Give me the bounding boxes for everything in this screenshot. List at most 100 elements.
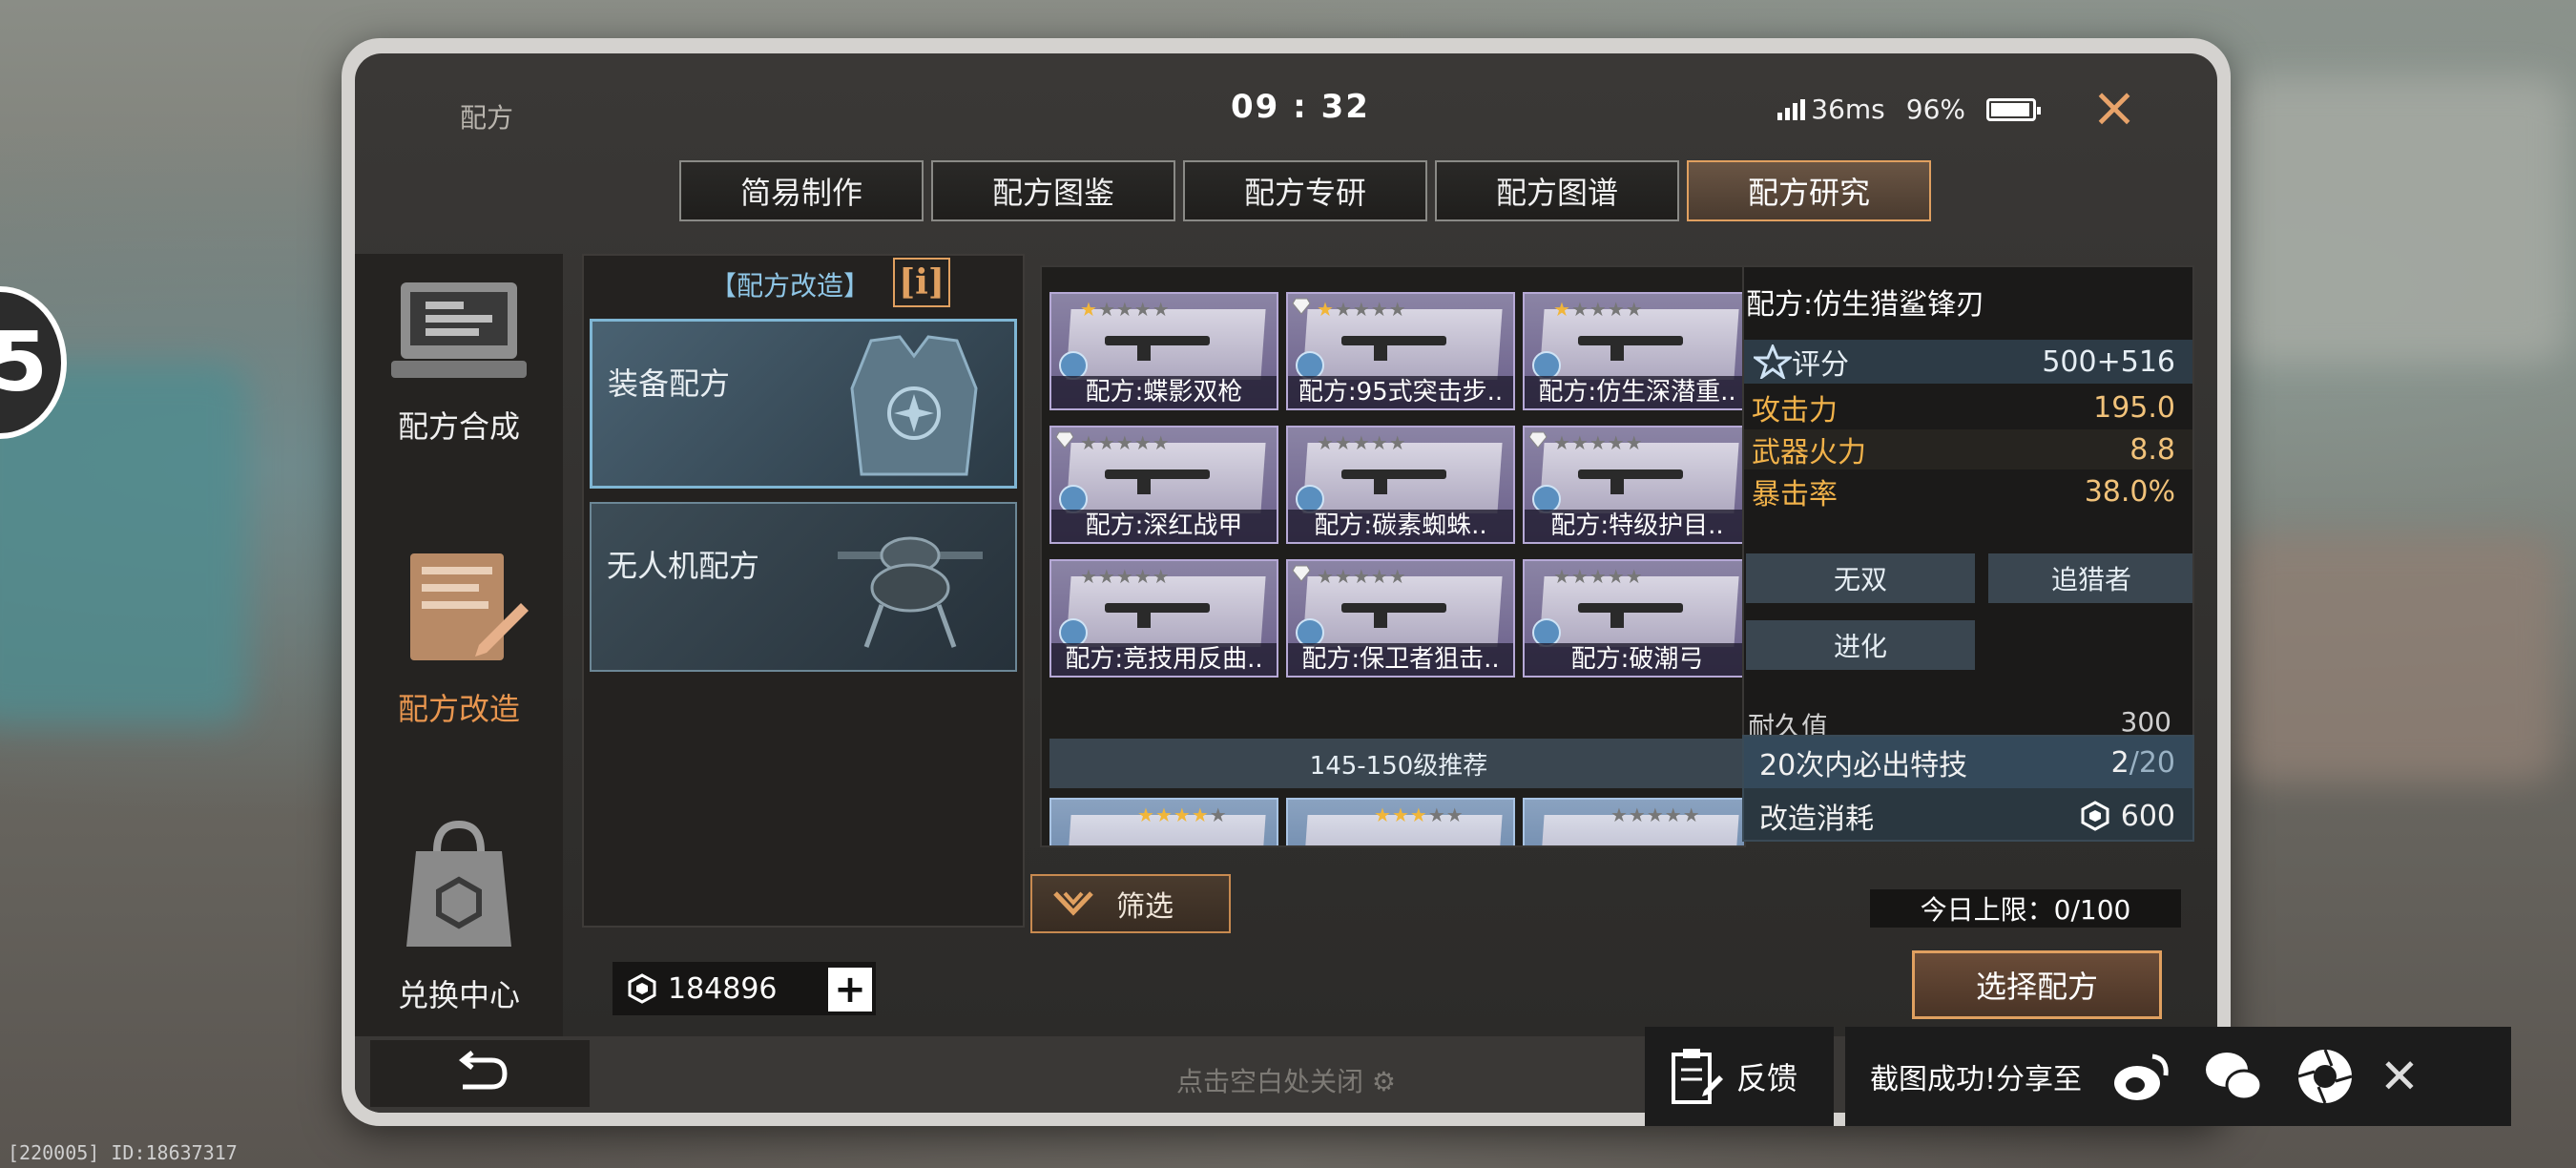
tab-recipe-codex[interactable]: 配方图鉴 xyxy=(931,160,1175,221)
filter-button[interactable]: 筛选 xyxy=(1030,874,1231,933)
guarantee-label: 20次内必出特技 xyxy=(1759,749,1968,782)
category-panel: 【配方改造】 [i] 装备配方 无人机配方 xyxy=(582,254,1025,928)
tab-recipe-research[interactable]: 配方研究 xyxy=(1687,160,1931,221)
recipe-card[interactable]: ★★★★★ xyxy=(1286,798,1515,845)
tab-recipe-atlas[interactable]: 配方图谱 xyxy=(1435,160,1679,221)
wechat-icon[interactable] xyxy=(2202,1045,2265,1108)
stat-label: 武器火力 xyxy=(1752,436,1866,469)
sidebar-item-exchange[interactable]: 兑换中心 xyxy=(355,817,563,1015)
recipe-grid: ★★★★★ 配方:蝶影双枪 ★★★★★ 配方:95式突击步.. ★★★★★ 配方:仿生深潜… xyxy=(1040,265,1746,847)
close-icon[interactable]: × xyxy=(2086,78,2143,136)
score-value: 500+516 xyxy=(2042,344,2175,379)
level-section-header: 145-150级推荐 xyxy=(1049,739,1744,788)
currency-amount: 184896 xyxy=(668,971,778,1006)
camera-shutter-icon[interactable] xyxy=(2294,1045,2357,1108)
category-card-drone[interactable]: 无人机配方 xyxy=(590,502,1017,672)
item-icon xyxy=(1105,603,1210,628)
category-card-equipment[interactable]: 装备配方 xyxy=(590,319,1017,489)
info-icon[interactable]: [i] xyxy=(893,258,950,307)
modify-info-panel: 20次内必出特技 2/20 改造消耗 600 xyxy=(1742,735,2194,842)
status-area: 36ms 96% xyxy=(1777,94,2041,125)
recipe-card[interactable]: ★★★★★ 配方:竞技用反曲.. xyxy=(1049,559,1278,678)
item-icon xyxy=(1105,469,1210,494)
feedback-clipboard-icon xyxy=(1672,1049,1723,1104)
category-header: 【配方改造】 xyxy=(710,270,871,302)
page-title: 配方 xyxy=(460,102,514,134)
recipe-name: 配方:竞技用反曲.. xyxy=(1051,643,1277,676)
choose-recipe-button[interactable]: 选择配方 xyxy=(1912,950,2162,1019)
item-icon xyxy=(1578,469,1683,494)
signal-icon xyxy=(1777,98,1806,120)
sidebar-item-label: 配方合成 xyxy=(397,408,520,445)
skill-tag[interactable]: 进化 xyxy=(1746,620,1975,670)
stat-value: 38.0% xyxy=(2084,474,2175,509)
item-icon xyxy=(1105,336,1210,361)
recipe-card[interactable]: ★★★★★ 配方:碳素蜘蛛.. xyxy=(1286,426,1515,544)
sidebar: 配方合成 配方改造 兑换中心 xyxy=(355,254,563,1036)
hex-coin-icon xyxy=(628,973,656,1004)
background-scenery xyxy=(2223,76,2566,363)
recipe-name: 配方:蝶影双枪 xyxy=(1051,376,1277,408)
skill-tag[interactable]: 追猎者 xyxy=(1988,553,2192,603)
recipe-card[interactable]: ★★★★★ xyxy=(1049,798,1278,845)
item-icon xyxy=(1578,603,1683,628)
tab-simple-craft[interactable]: 简易制作 xyxy=(679,160,924,221)
filter-label: 筛选 xyxy=(1116,890,1174,924)
recipe-card[interactable]: ★★★★★ 配方:保卫者狙击.. xyxy=(1286,559,1515,678)
recipe-card[interactable]: ★★★★★ 配方:破潮弓 xyxy=(1523,559,1744,678)
add-currency-button[interactable]: + xyxy=(828,968,872,1012)
tab-recipe-study[interactable]: 配方专研 xyxy=(1183,160,1427,221)
armor-vest-icon xyxy=(850,335,978,476)
stat-label: 暴击率 xyxy=(1752,478,1838,511)
feedback-button[interactable]: 反馈 xyxy=(1645,1027,1834,1126)
recipe-name: 配方:碳素蜘蛛.. xyxy=(1288,510,1513,542)
item-icon xyxy=(1578,336,1683,361)
stat-value: 8.8 xyxy=(2129,432,2175,467)
category-card-label: 无人机配方 xyxy=(607,548,760,584)
recipe-name: 配方:保卫者狙击.. xyxy=(1288,643,1513,676)
rarity-stars: ★★★★★ xyxy=(1137,803,1228,826)
score-row: 评分 500+516 xyxy=(1744,340,2192,384)
recipe-name: 配方:深红战甲 xyxy=(1051,510,1277,542)
detail-title: 配方:仿生猎鲨锋刃 xyxy=(1746,288,1985,322)
category-card-label: 装备配方 xyxy=(608,365,731,402)
recipe-detail-panel: 配方:仿生猎鲨锋刃 评分 500+516 攻击力 195.0 武器火力 8.8 … xyxy=(1742,265,2194,748)
blueprint-pencil-icon xyxy=(410,553,529,660)
recipe-card[interactable]: ★★★★★ 配方:95式突击步.. xyxy=(1286,292,1515,410)
device-frame: 配方 09 : 32 36ms 96% × 简易制作 配方图鉴 配方专研 配方图… xyxy=(342,38,2231,1126)
skill-tag[interactable]: 无双 xyxy=(1746,553,1975,603)
daily-limit: 今日上限：0/100 xyxy=(1870,889,2181,928)
durability-value: 300 xyxy=(2120,706,2171,738)
weibo-icon[interactable] xyxy=(2110,1045,2173,1108)
stat-row: 暴击率 38.0% xyxy=(1744,471,2192,512)
rarity-stars: ★★★★★ xyxy=(1374,803,1465,826)
recipe-card[interactable]: ★★★★★ 配方:特级护目.. xyxy=(1523,426,1744,544)
top-bar: 配方 09 : 32 36ms 96% × xyxy=(355,53,2217,139)
item-icon xyxy=(1341,603,1446,628)
gear-icon: ⚙ xyxy=(1371,1066,1397,1097)
sidebar-item-label: 配方改造 xyxy=(397,691,520,727)
recipe-card[interactable]: ★★★★★ xyxy=(1523,798,1744,845)
diamond-icon xyxy=(1055,431,1074,448)
share-text: 截图成功!分享至 xyxy=(1870,1063,2083,1096)
stat-row: 武器火力 8.8 xyxy=(1744,429,2192,469)
rarity-stars: ★★★★★ xyxy=(1610,803,1701,826)
recipe-name: 配方:特级护目.. xyxy=(1525,510,1744,542)
cost-value: 600 xyxy=(2120,799,2175,833)
diamond-icon xyxy=(1528,431,1548,448)
cost-label: 改造消耗 xyxy=(1759,803,1874,836)
diamond-icon xyxy=(1292,565,1311,582)
recipe-card[interactable]: ★★★★★ 配方:深红战甲 xyxy=(1049,426,1278,544)
sidebar-item-synthesis[interactable]: 配方合成 xyxy=(355,277,563,447)
cost-row: 改造消耗 600 xyxy=(1744,790,2192,842)
recipe-card[interactable]: ★★★★★ 配方:仿生深潜重.. xyxy=(1523,292,1744,410)
sidebar-item-modify[interactable]: 配方改造 xyxy=(355,550,563,729)
recipe-card[interactable]: ★★★★★ 配方:蝶影双枪 xyxy=(1049,292,1278,410)
currency-display: 184896 + xyxy=(613,962,876,1015)
tab-bar: 简易制作 配方图鉴 配方专研 配方图谱 配方研究 xyxy=(679,160,1931,221)
ping-text: 36ms xyxy=(1811,94,1885,125)
corner-status: [220005] ID:18637317 xyxy=(8,1141,238,1164)
battery-icon xyxy=(1986,97,2041,121)
stat-value: 195.0 xyxy=(2093,390,2175,425)
close-share-icon[interactable]: ✕ xyxy=(2379,1049,2420,1104)
